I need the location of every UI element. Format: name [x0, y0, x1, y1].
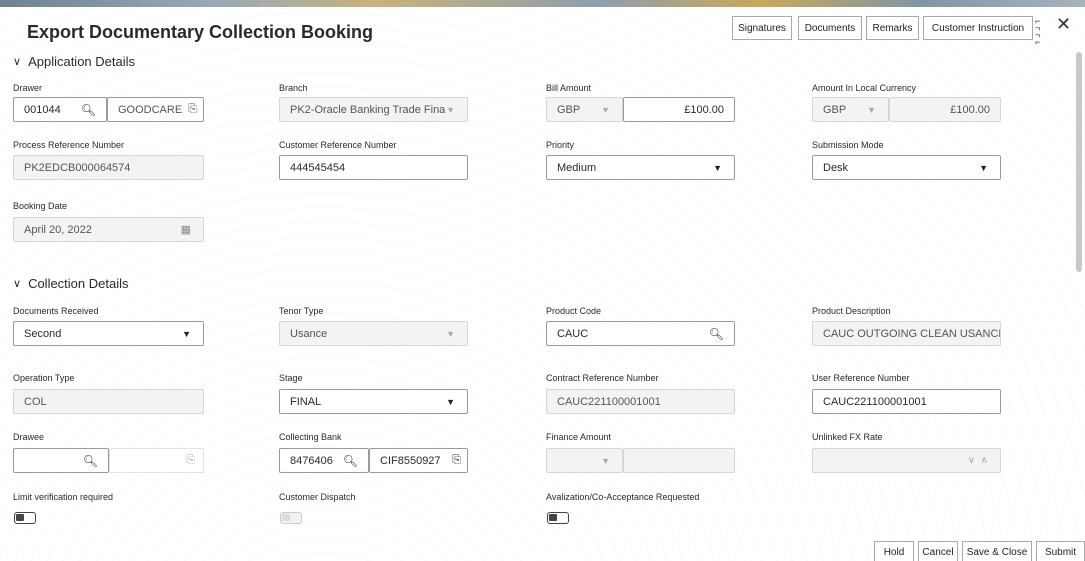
limit-verification-toggle[interactable] — [14, 512, 36, 524]
user-ref-input[interactable]: CAUC221100001001 — [812, 389, 1001, 414]
section-collection-details[interactable]: ∨ Collection Details — [13, 276, 129, 291]
chevron-down-icon: ∨ — [13, 278, 22, 290]
booking-date-label: Booking Date — [13, 201, 68, 211]
avalization-toggle[interactable] — [547, 512, 569, 524]
submit-button[interactable]: Submit — [1036, 541, 1085, 561]
drawee-input[interactable]: 🔍︎ — [13, 448, 109, 473]
branch-select: PK2-Oracle Banking Trade Fina ▼ — [279, 97, 468, 122]
stage-label: Stage — [279, 373, 303, 383]
page-title: Export Documentary Collection Booking — [27, 22, 374, 42]
booking-window: Export Documentary Collection Booking — [0, 7, 1085, 561]
customer-dispatch-label: Customer Dispatch — [279, 492, 356, 502]
collecting-bank-name-field: CIF8550927 ⎘ — [369, 448, 468, 473]
stage-select[interactable]: FINAL ▼ — [279, 389, 468, 414]
remarks-button[interactable]: Remarks — [866, 16, 919, 40]
caret-down-icon: ▼ — [601, 455, 610, 466]
process-ref-field: PK2EDCB000064574 — [13, 155, 204, 180]
bill-amount-label: Bill Amount — [546, 83, 592, 93]
caret-down-icon: ▼ — [601, 104, 610, 115]
limit-verification-label: Limit verification required — [13, 492, 114, 502]
product-code-input[interactable]: CAUC 🔍︎ — [546, 321, 735, 346]
search-icon[interactable]: 🔍︎ — [83, 454, 98, 468]
branch-label: Branch — [279, 83, 308, 93]
caret-down-icon: ▼ — [446, 396, 455, 407]
caret-down-icon: ▼ — [182, 328, 191, 339]
product-description-label: Product Description — [812, 306, 891, 316]
cancel-button[interactable]: Cancel — [918, 541, 958, 561]
collecting-bank-label: Collecting Bank — [279, 432, 342, 442]
section-title: Application Details — [28, 54, 136, 69]
avalization-label: Avalization/Co-Acceptance Requested — [546, 492, 700, 502]
customer-instruction-button[interactable]: Customer Instruction — [923, 16, 1033, 40]
local-amount-label: Amount In Local Currency — [812, 83, 917, 93]
local-amount-field: £100.00 — [889, 97, 1001, 122]
drawee-name-field: ⎘ — [109, 448, 204, 473]
caret-down-icon: ▼ — [446, 104, 455, 115]
unlinked-fx-stepper: ∨ ∧ — [812, 448, 1001, 473]
details-icon[interactable]: ⎘ — [452, 454, 461, 467]
booking-date-field: April 20, 2022 ▦ — [13, 217, 204, 242]
collecting-bank-id-input[interactable]: 8476406 🔍︎ — [279, 448, 369, 473]
tenor-type-select: Usance ▼ — [279, 321, 468, 346]
documents-received-label: Documents Received — [13, 306, 99, 316]
operation-type-label: Operation Type — [13, 373, 75, 383]
finance-amount-label: Finance Amount — [546, 432, 612, 442]
operation-type-field: COL — [13, 389, 204, 414]
contract-ref-field: CAUC221100001001 — [546, 389, 735, 414]
customer-ref-input[interactable]: 444545454 — [279, 155, 468, 180]
submission-mode-select[interactable]: Desk ▼ — [812, 155, 1001, 180]
customer-ref-label: Customer Reference Number — [279, 140, 397, 150]
unlinked-fx-label: Unlinked FX Rate — [812, 432, 883, 442]
caret-down-icon: ▼ — [867, 104, 876, 115]
top-banner-strip — [0, 0, 1085, 7]
close-icon[interactable]: ✕ — [1056, 14, 1071, 35]
submission-mode-label: Submission Mode — [812, 140, 884, 150]
caret-down-icon: ▼ — [446, 328, 455, 339]
drawer-name-field: GOODCARE ⎘ — [107, 97, 204, 122]
documents-button[interactable]: Documents — [798, 16, 862, 40]
product-description-field: CAUC OUTGOING CLEAN USANCE — [812, 321, 1001, 346]
section-application-details[interactable]: ∨ Application Details — [13, 54, 135, 69]
product-code-label: Product Code — [546, 306, 602, 316]
bill-currency-select: GBP ▼ — [546, 97, 623, 122]
details-icon[interactable]: ⎘ — [188, 103, 197, 116]
save-close-button[interactable]: Save & Close — [962, 541, 1032, 561]
contract-ref-label: Contract Reference Number — [546, 373, 659, 383]
stepper-arrows-icon: ∨ ∧ — [967, 455, 988, 466]
drawee-label: Drawee — [13, 432, 45, 442]
tenor-type-label: Tenor Type — [279, 306, 324, 316]
chevron-down-icon: ∨ — [13, 56, 22, 68]
drawer-id-input[interactable]: 001044 🔍︎ — [13, 97, 107, 122]
signatures-button[interactable]: Signatures — [732, 16, 792, 40]
section-title: Collection Details — [28, 276, 129, 291]
bill-amount-input[interactable]: £100.00 — [623, 97, 735, 122]
priority-label: Priority — [546, 140, 575, 150]
caret-down-icon: ▼ — [979, 162, 988, 173]
search-icon[interactable]: 🔍︎ — [343, 454, 358, 468]
documents-received-select[interactable]: Second ▼ — [13, 321, 204, 346]
priority-select[interactable]: Medium ▼ — [546, 155, 735, 180]
user-ref-label: User Reference Number — [812, 373, 910, 383]
caret-down-icon: ▼ — [713, 162, 722, 173]
process-ref-label: Process Reference Number — [13, 140, 125, 150]
expand-icon[interactable]: ⌐ ¬ ¬ ⌐ — [1035, 17, 1047, 47]
finance-amount-field — [623, 448, 735, 473]
calendar-icon[interactable]: ▦ — [181, 223, 191, 236]
vertical-scrollbar[interactable] — [1076, 52, 1082, 272]
hold-button[interactable]: Hold — [874, 541, 914, 561]
drawer-label: Drawer — [13, 83, 43, 93]
search-icon[interactable]: 🔍︎ — [81, 103, 96, 117]
search-icon[interactable]: 🔍︎ — [709, 327, 724, 341]
customer-dispatch-toggle — [280, 512, 302, 524]
details-icon: ⎘ — [186, 454, 195, 466]
finance-currency-select: ▼ — [546, 448, 623, 473]
local-currency-select: GBP ▼ — [812, 97, 889, 122]
